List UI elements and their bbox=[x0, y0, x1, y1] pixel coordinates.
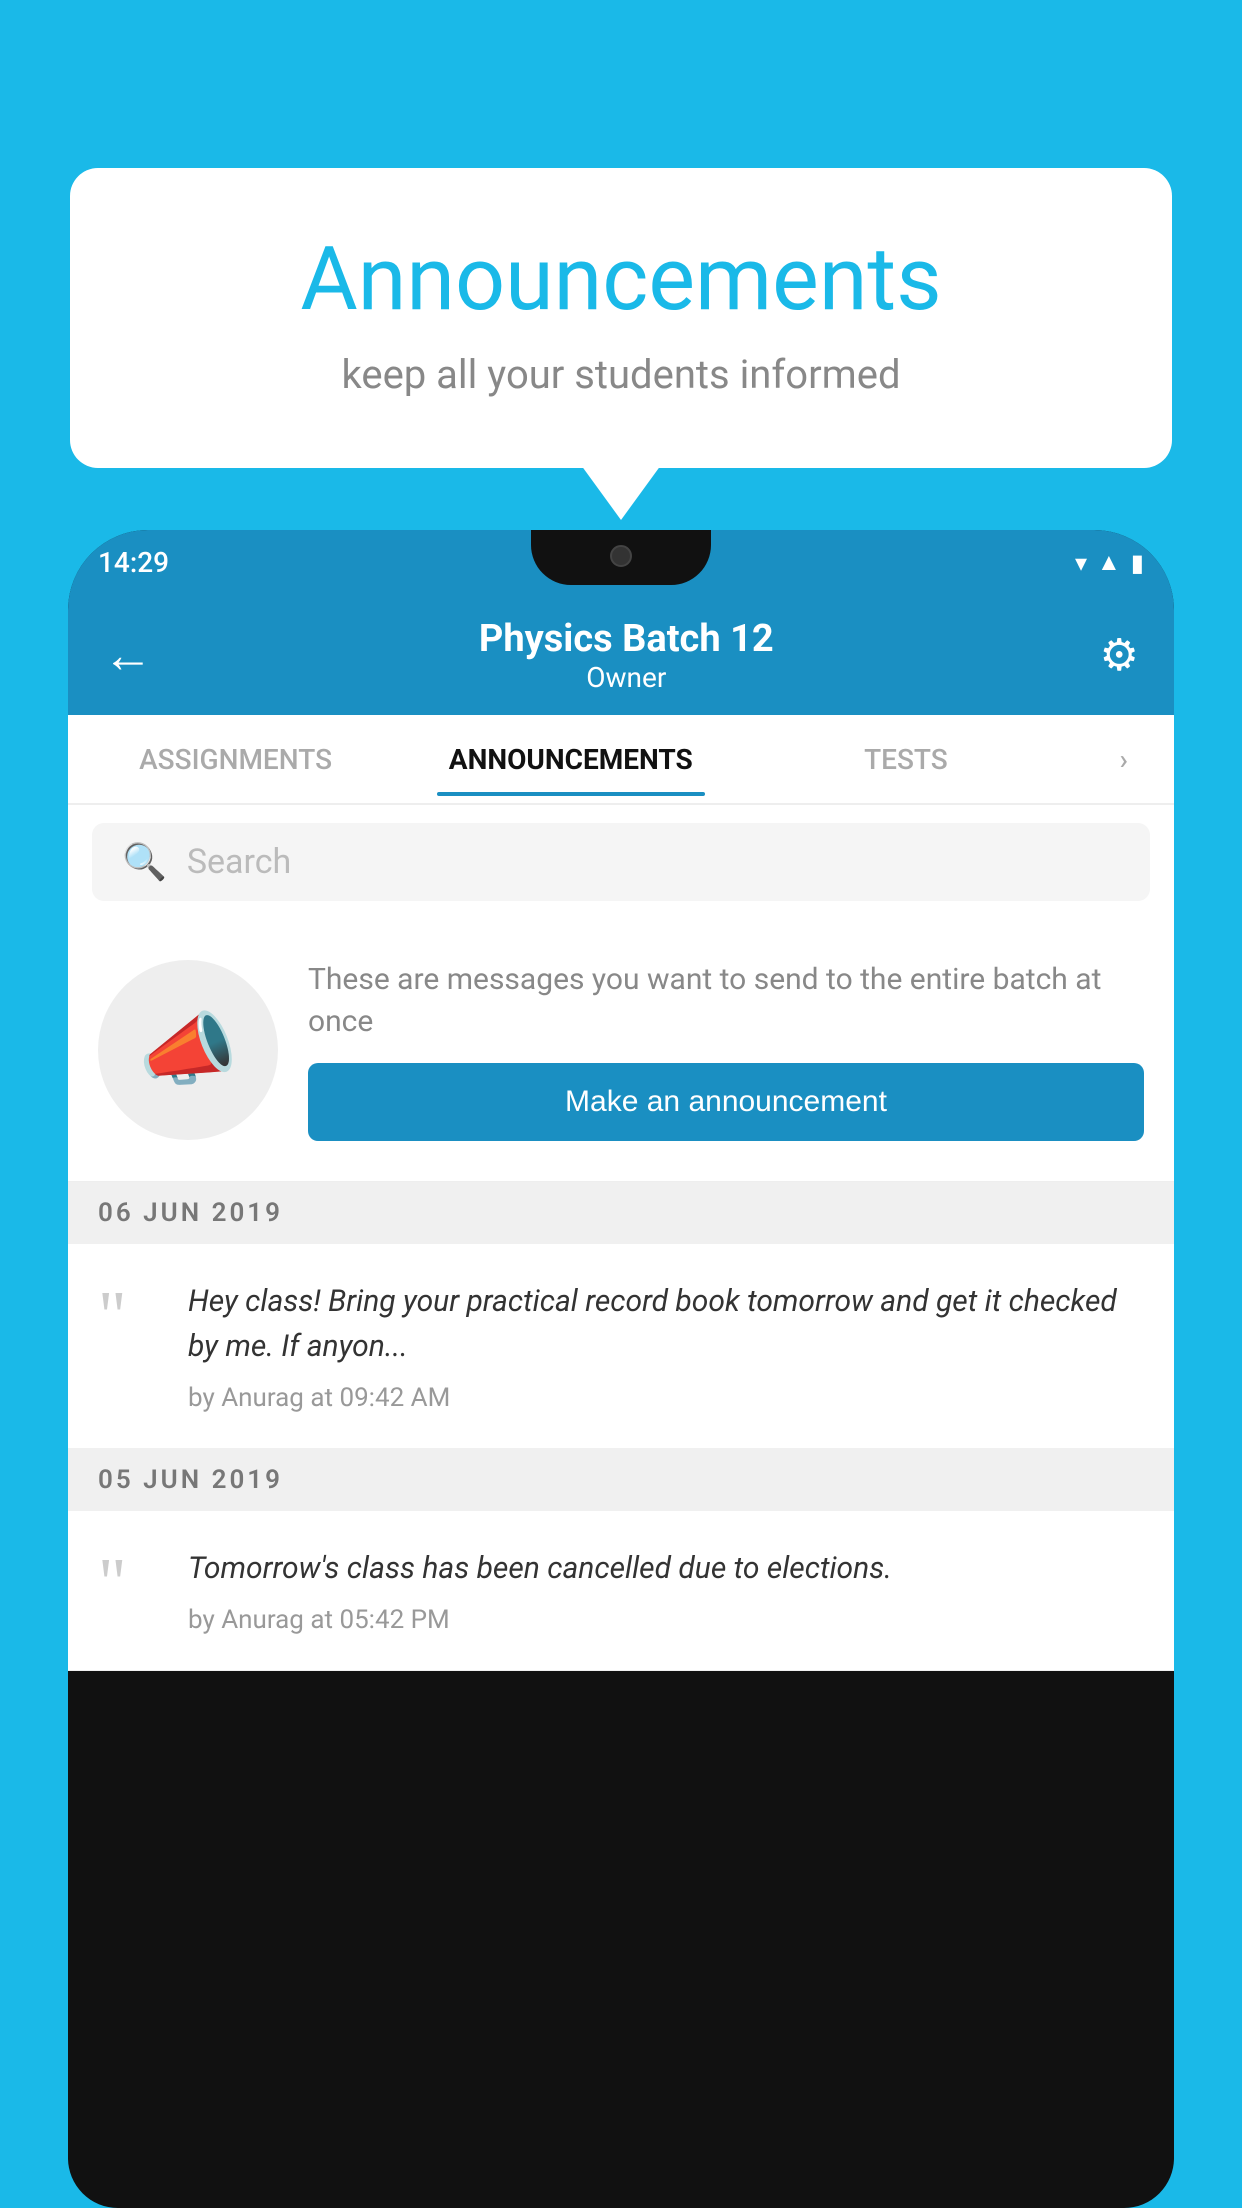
header-title-area: Physics Batch 12 Owner bbox=[479, 617, 774, 694]
card-title: Announcements bbox=[150, 228, 1092, 331]
phone-content: 🔍 Search 📣 These are messages you want t… bbox=[68, 805, 1174, 1671]
announcement-info-card: Announcements keep all your students inf… bbox=[70, 168, 1172, 468]
back-button[interactable]: ← bbox=[103, 626, 153, 685]
tab-announcements[interactable]: ANNOUNCEMENTS bbox=[403, 723, 738, 796]
date-divider-2: 05 JUN 2019 bbox=[68, 1449, 1174, 1511]
app-header: ← Physics Batch 12 Owner ⚙ bbox=[68, 595, 1174, 715]
make-announcement-button[interactable]: Make an announcement bbox=[308, 1063, 1144, 1141]
tabs-bar: ASSIGNMENTS ANNOUNCEMENTS TESTS › bbox=[68, 715, 1174, 805]
status-icons: ▾ ▲ ▮ bbox=[1075, 548, 1144, 577]
search-input-wrapper[interactable]: 🔍 Search bbox=[92, 823, 1150, 901]
announcement-item-1: " Hey class! Bring your practical record… bbox=[68, 1244, 1174, 1449]
phone-frame: 14:29 ▾ ▲ ▮ ← Physics Batch 12 Owner ⚙ A… bbox=[68, 530, 1174, 2208]
battery-icon: ▮ bbox=[1131, 549, 1144, 577]
search-bar-container: 🔍 Search bbox=[68, 805, 1174, 919]
settings-icon[interactable]: ⚙ bbox=[1100, 629, 1139, 681]
status-time: 14:29 bbox=[98, 546, 169, 579]
tab-more[interactable]: › bbox=[1073, 723, 1174, 796]
megaphone-circle: 📣 bbox=[98, 960, 278, 1140]
camera bbox=[610, 545, 632, 567]
announcement-meta-2: by Anurag at 05:42 PM bbox=[188, 1605, 1144, 1635]
status-bar: 14:29 ▾ ▲ ▮ bbox=[68, 530, 1174, 595]
announcement-item-2: " Tomorrow's class has been cancelled du… bbox=[68, 1511, 1174, 1671]
quote-mark-icon: " bbox=[98, 1279, 158, 1345]
wifi-icon: ▾ bbox=[1075, 549, 1087, 577]
role-label: Owner bbox=[479, 661, 774, 694]
card-subtitle: keep all your students informed bbox=[150, 351, 1092, 398]
cta-description: These are messages you want to send to t… bbox=[308, 959, 1144, 1043]
cta-section: 📣 These are messages you want to send to… bbox=[68, 919, 1174, 1182]
megaphone-icon: 📣 bbox=[138, 1003, 238, 1097]
tab-assignments[interactable]: ASSIGNMENTS bbox=[68, 723, 403, 796]
search-icon: 🔍 bbox=[122, 841, 167, 883]
announcement-message-1: Hey class! Bring your practical record b… bbox=[188, 1279, 1144, 1369]
announcement-meta-1: by Anurag at 09:42 AM bbox=[188, 1383, 1144, 1413]
announcement-message-2: Tomorrow's class has been cancelled due … bbox=[188, 1546, 1144, 1591]
announcement-text-area-2: Tomorrow's class has been cancelled due … bbox=[188, 1546, 1144, 1635]
tab-tests[interactable]: TESTS bbox=[738, 723, 1073, 796]
notch bbox=[531, 530, 711, 585]
cta-right: These are messages you want to send to t… bbox=[308, 959, 1144, 1141]
quote-mark-icon-2: " bbox=[98, 1546, 158, 1612]
signal-icon: ▲ bbox=[1097, 548, 1121, 577]
announcement-text-area-1: Hey class! Bring your practical record b… bbox=[188, 1279, 1144, 1413]
search-input[interactable]: Search bbox=[187, 842, 291, 882]
date-divider-1: 06 JUN 2019 bbox=[68, 1182, 1174, 1244]
batch-name: Physics Batch 12 bbox=[479, 617, 774, 661]
